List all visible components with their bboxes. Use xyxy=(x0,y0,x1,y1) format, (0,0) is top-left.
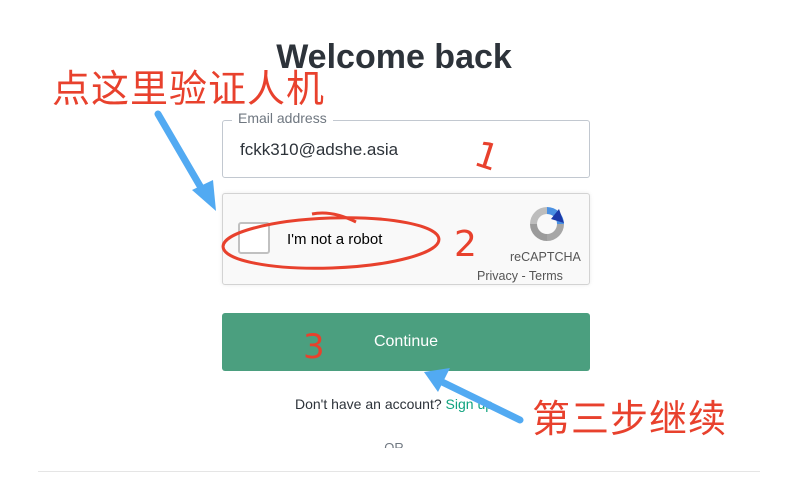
continue-button[interactable]: Continue xyxy=(222,313,590,371)
annotation-continue-text: 第三步继续 xyxy=(532,397,728,441)
recaptcha-label: I'm not a robot xyxy=(287,231,383,248)
annotation-verify-text: 点这里验证人机 xyxy=(52,67,326,111)
recaptcha-terms-link[interactable]: Terms xyxy=(529,269,563,283)
continue-button-label: Continue xyxy=(373,333,439,350)
recaptcha-privacy-link[interactable]: Privacy xyxy=(477,269,518,283)
recaptcha-brand: reCAPTCHA xyxy=(510,250,581,264)
blue-arrow-bottom-icon xyxy=(424,368,524,424)
recaptcha-links: Privacy - Terms xyxy=(477,269,563,283)
recaptcha-link-separator: - xyxy=(517,269,529,283)
signup-prompt: Don't have an account? xyxy=(294,396,442,412)
email-field-value[interactable]: fckk310@adshe.asia xyxy=(240,140,398,160)
signup-link[interactable]: Sign up xyxy=(446,396,493,412)
recaptcha-logo-icon xyxy=(530,207,564,241)
recaptcha-checkbox[interactable] xyxy=(238,222,270,254)
blue-arrow-top-icon xyxy=(154,110,216,211)
divider-line xyxy=(38,471,760,472)
